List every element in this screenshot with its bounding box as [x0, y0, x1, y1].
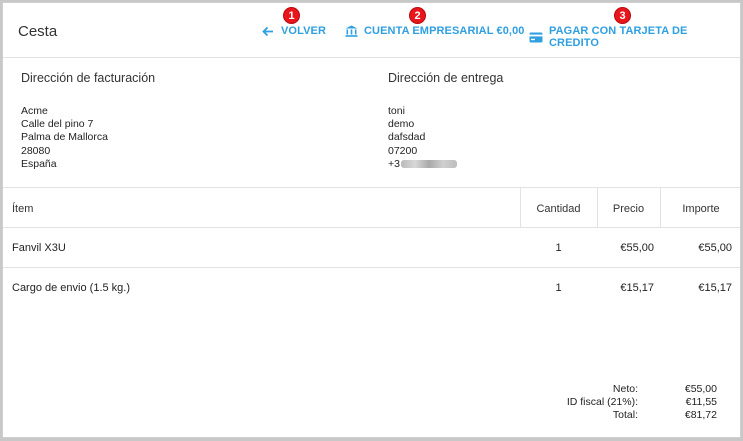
shipping-line: 07200	[388, 144, 418, 157]
arrow-left-icon	[261, 25, 275, 37]
back-button[interactable]: VOLVER	[261, 25, 326, 37]
shipping-address-title: Dirección de entrega	[388, 71, 504, 85]
billing-line: Calle del pino 7	[21, 118, 94, 131]
bank-icon	[344, 25, 358, 37]
cart-header: Cesta VOLVER 1 CUENTA EMPRESARIAL €0,00 …	[3, 3, 740, 58]
back-label: VOLVER	[281, 25, 327, 37]
tax-value: €11,55	[685, 396, 717, 408]
column-header-item: Ítem	[12, 203, 34, 215]
redacted-phone	[400, 160, 457, 169]
page-title: Cesta	[18, 23, 58, 40]
billing-line: 28080	[21, 144, 51, 157]
business-account-label: CUENTA EMPRESARIAL €0,00	[364, 25, 525, 37]
row-amount: €55,00	[698, 242, 732, 254]
total-value: €81,72	[684, 409, 717, 421]
card-payment-label: PAGAR CON TARJETA DE CREDITO	[549, 25, 688, 49]
shipping-line: demo	[388, 118, 415, 131]
business-account-button[interactable]: CUENTA EMPRESARIAL €0,00	[344, 25, 525, 37]
billing-line: España	[21, 157, 57, 170]
row-qty: 1	[555, 242, 562, 254]
row-amount: €15,17	[698, 282, 732, 294]
row-qty: 1	[555, 282, 562, 294]
cart-panel: Cesta VOLVER 1 CUENTA EMPRESARIAL €0,00 …	[2, 2, 741, 438]
net-value: €55,00	[684, 383, 717, 395]
billing-line: Acme	[21, 105, 48, 117]
divider	[3, 187, 740, 188]
total-label: Total:	[612, 409, 638, 421]
row-price: €55,00	[620, 242, 654, 254]
column-header-qty: Cantidad	[536, 203, 581, 215]
row-item: Cargo de envio (1.5 kg.)	[12, 282, 131, 294]
shipping-address: toni demo dafsdad 07200 +3	[388, 105, 457, 171]
shipping-phone-prefix: +3	[388, 157, 400, 170]
badge-business-account: 2	[409, 7, 426, 24]
column-header-price: Precio	[612, 203, 645, 215]
net-label: Neto:	[612, 383, 638, 395]
row-price: €15,17	[620, 282, 654, 294]
tax-label: ID fiscal (21%):	[566, 396, 638, 408]
shipping-line: dafsdad	[388, 131, 426, 144]
credit-card-icon	[529, 31, 543, 43]
billing-line: Palma de Mallorca	[21, 131, 108, 144]
billing-address-title: Dirección de facturación	[21, 71, 156, 85]
billing-address: Acme Calle del pino 7 Palma de Mallorca …	[21, 105, 108, 171]
divider	[3, 267, 740, 268]
shipping-line: toni	[388, 105, 405, 117]
badge-back: 1	[283, 7, 300, 24]
badge-card-payment: 3	[614, 7, 631, 24]
divider	[3, 227, 740, 228]
row-item: Fanvil X3U	[12, 242, 66, 254]
column-header-amount: Importe	[682, 203, 720, 215]
card-payment-button[interactable]: PAGAR CON TARJETA DE CREDITO	[529, 25, 740, 49]
shipping-phone: +3	[388, 158, 457, 171]
